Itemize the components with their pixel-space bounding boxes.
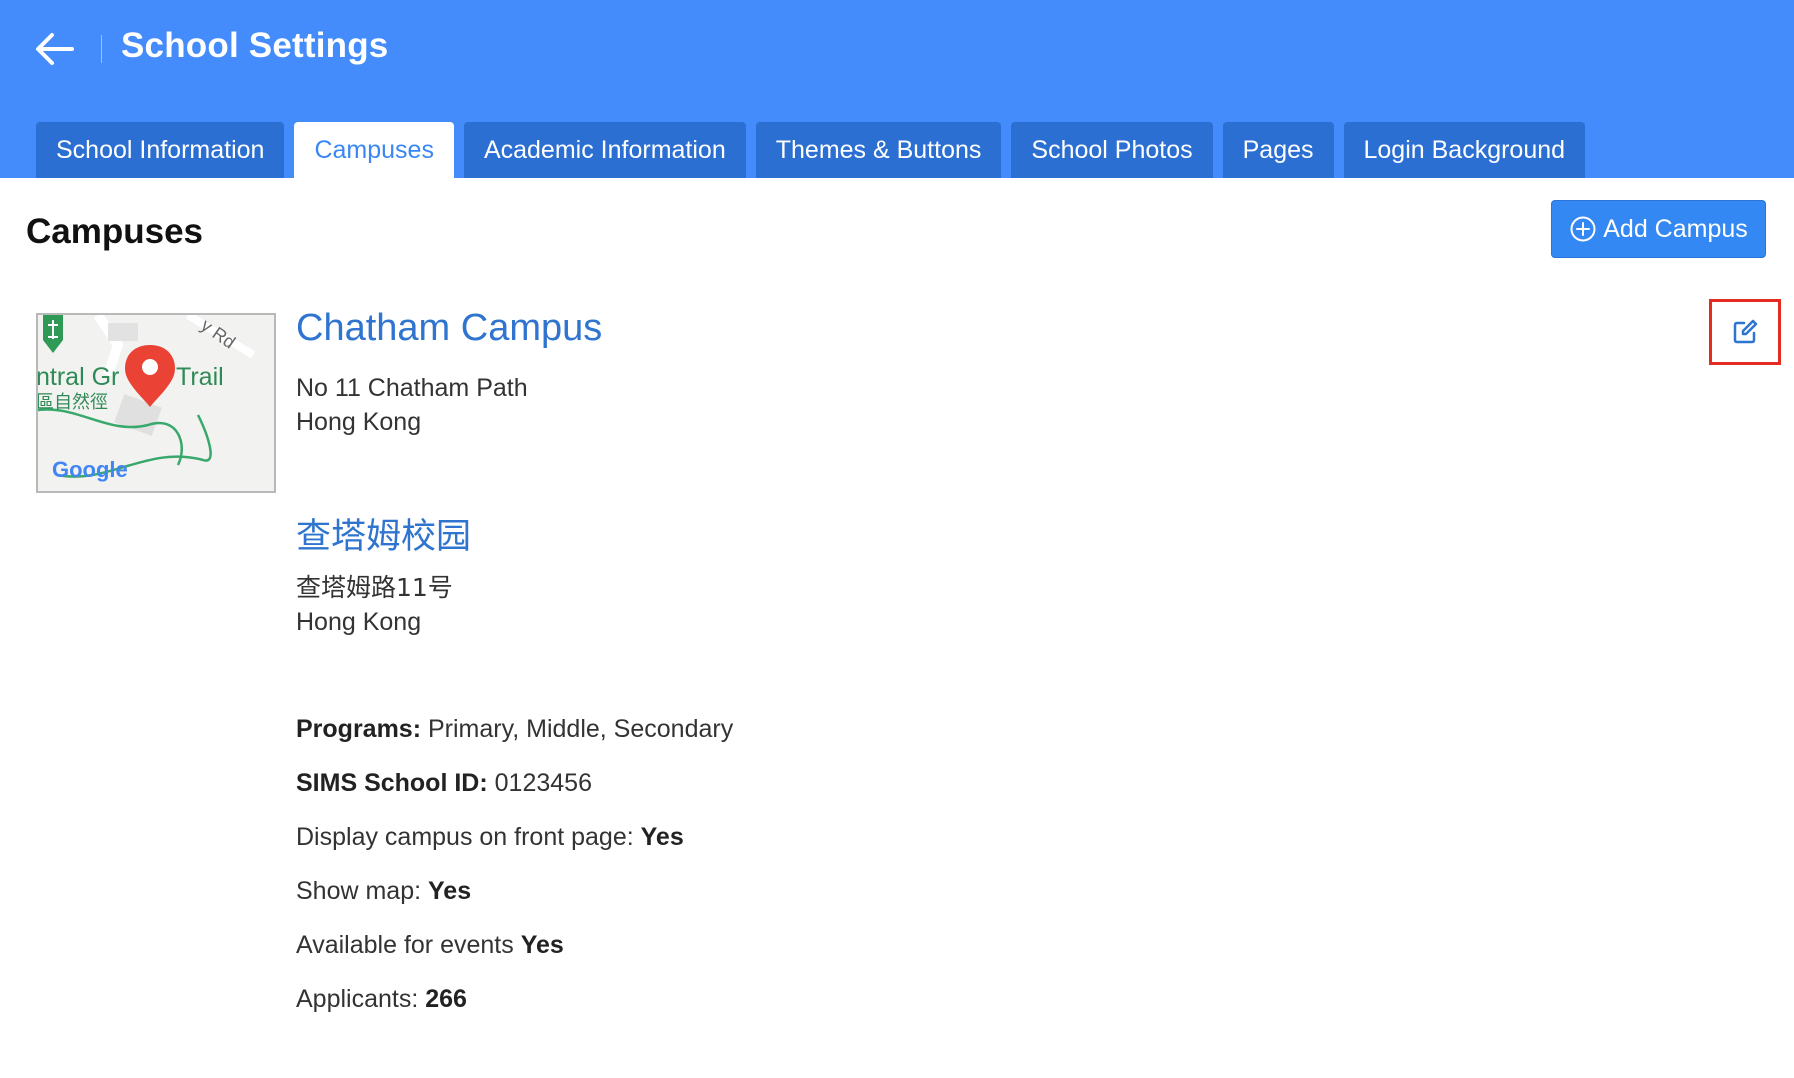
plus-circle-icon xyxy=(1570,216,1596,242)
display-front-page-row: Display campus on front page: Yes xyxy=(296,823,684,852)
app-header: School Settings School Information Campu… xyxy=(0,0,1794,178)
tab-academic-information[interactable]: Academic Information xyxy=(463,122,746,178)
map-trail-label-2: Trail xyxy=(176,363,224,391)
campus-address-zh-line2: Hong Kong xyxy=(296,608,422,636)
tab-school-photos[interactable]: School Photos xyxy=(1011,122,1213,178)
map-graphic: y Rd ntral Gr Trail 區自然徑 Google xyxy=(38,315,274,491)
back-button[interactable] xyxy=(30,24,80,74)
tab-bar: School Information Campuses Academic Inf… xyxy=(36,122,1586,178)
available-events-value: Yes xyxy=(520,931,564,959)
campus-address-en-line2: Hong Kong xyxy=(296,408,422,436)
applicants-row: Applicants: 266 xyxy=(296,985,467,1014)
show-map-label: Show map: xyxy=(296,877,422,905)
google-logo: Google xyxy=(52,457,128,482)
tab-school-information[interactable]: School Information xyxy=(36,122,285,178)
campus-map-thumbnail[interactable]: y Rd ntral Gr Trail 區自然徑 Google xyxy=(36,313,276,493)
map-chinese-label: 區自然徑 xyxy=(38,392,108,413)
tab-login-background[interactable]: Login Background xyxy=(1343,122,1586,178)
sims-id-label: SIMS School ID: xyxy=(296,769,488,797)
tab-campuses[interactable]: Campuses xyxy=(294,122,454,178)
header-divider xyxy=(101,35,102,63)
arrow-left-icon xyxy=(36,33,74,65)
tab-pages[interactable]: Pages xyxy=(1222,122,1334,178)
add-campus-button[interactable]: Add Campus xyxy=(1551,200,1766,258)
svg-text:Google: Google xyxy=(52,457,128,482)
available-events-row: Available for events Yes xyxy=(296,931,564,960)
edit-campus-button[interactable] xyxy=(1709,299,1781,365)
map-trail-label: ntral Gr xyxy=(38,363,119,391)
programs-row: Programs: Primary, Middle, Secondary xyxy=(296,715,733,744)
programs-label: Programs: xyxy=(296,715,422,743)
campus-address-en-line1: No 11 Chatham Path xyxy=(296,374,528,402)
show-map-row: Show map: Yes xyxy=(296,877,471,906)
sims-id-value: 0123456 xyxy=(494,769,592,797)
display-front-page-label: Display campus on front page: xyxy=(296,823,634,851)
edit-icon xyxy=(1733,319,1758,344)
applicants-label: Applicants: xyxy=(296,985,419,1013)
sims-id-row: SIMS School ID: 0123456 xyxy=(296,769,592,798)
show-map-value: Yes xyxy=(428,877,472,905)
campus-name-en[interactable]: Chatham Campus xyxy=(296,307,602,350)
available-events-label: Available for events xyxy=(296,931,514,959)
section-title: Campuses xyxy=(26,212,204,251)
campus-address-zh-line1: 查塔姆路11号 xyxy=(296,573,453,602)
applicants-value: 266 xyxy=(425,985,467,1013)
display-front-page-value: Yes xyxy=(640,823,684,851)
programs-value: Primary, Middle, Secondary xyxy=(428,715,734,743)
campus-name-zh[interactable]: 查塔姆校园 xyxy=(296,508,471,559)
tab-themes-buttons[interactable]: Themes & Buttons xyxy=(755,122,1002,178)
page-title: School Settings xyxy=(121,26,389,65)
add-campus-label: Add Campus xyxy=(1603,214,1748,243)
